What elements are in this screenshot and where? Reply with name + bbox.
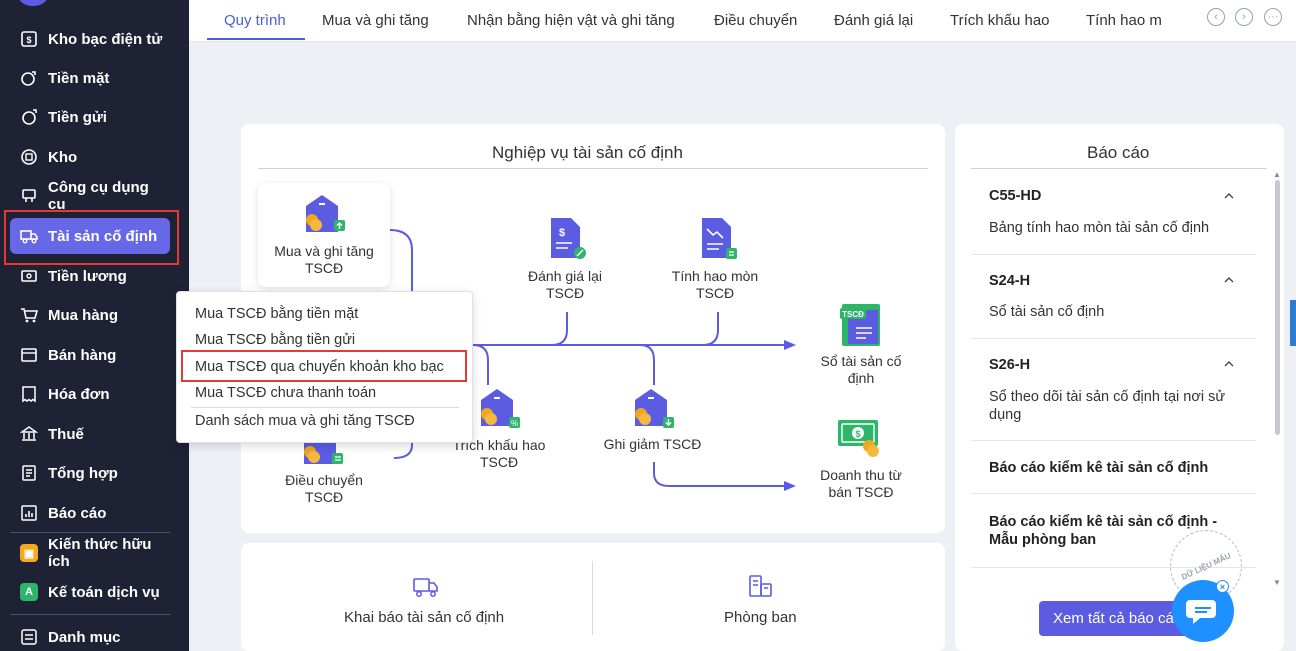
truck-icon[interactable] xyxy=(413,574,439,600)
menu-item-buy-cash[interactable]: Mua TSCĐ bằng tiền mặt xyxy=(195,306,358,322)
ledger-book-icon: TSCĐ xyxy=(840,304,880,346)
node-decrease[interactable]: Ghi giảm TSCĐ xyxy=(590,436,715,453)
menu-item-buy-deposit[interactable]: Mua TSCĐ bằng tiền gửi xyxy=(195,332,355,348)
report-desc[interactable]: Sổ tài sản cố định xyxy=(989,303,1249,321)
node-label: Điều chuyển xyxy=(285,472,363,488)
bottom-panel xyxy=(241,543,945,651)
menu-item-buy-unpaid[interactable]: Mua TSCĐ chưa thanh toán xyxy=(195,385,376,401)
node-label: Ghi giảm TSCĐ xyxy=(603,436,702,452)
reports-title: Báo cáo xyxy=(1087,143,1150,162)
report-code: C55-HD xyxy=(989,188,1042,204)
menu-item-buy-list[interactable]: Danh sách mua và ghi tăng TSCĐ xyxy=(195,413,415,429)
node-revalue[interactable]: Đánh giá lại TSCĐ xyxy=(510,268,620,302)
node-label: Đánh giá lại xyxy=(528,268,602,284)
buy-options-menu: Mua TSCĐ bằng tiền mặt Mua TSCĐ bằng tiề… xyxy=(176,291,473,443)
node-label: bán TSCĐ xyxy=(828,484,894,500)
chevron-up-icon[interactable] xyxy=(1223,274,1235,286)
close-chat-icon[interactable]: × xyxy=(1216,580,1229,593)
declare-asset-link[interactable]: Khai báo tài sản cố định xyxy=(344,609,504,626)
report-inventory-link[interactable]: Báo cáo kiểm kê tài sản cố định xyxy=(989,459,1249,477)
reports-scrollbar[interactable] xyxy=(1275,180,1280,435)
building-coin-icon xyxy=(306,195,345,232)
node-label: TSCĐ xyxy=(304,489,344,505)
node-label: TSCĐ xyxy=(695,285,735,301)
ledger-badge-text: TSCĐ xyxy=(842,310,864,319)
report-item-c55[interactable] xyxy=(971,169,1256,255)
money-coin-icon: $ xyxy=(838,420,879,457)
view-all-reports-button[interactable]: Xem tất cả báo cáo xyxy=(1039,601,1189,636)
building-percent-icon: % xyxy=(481,389,520,428)
node-label: Tính hao mòn xyxy=(671,268,759,284)
node-label: TSCĐ xyxy=(304,260,344,276)
report-desc[interactable]: Sổ theo dõi tài sản cố định tại nơi sử d… xyxy=(989,388,1239,424)
node-transfer[interactable]: Điều chuyển TSCĐ xyxy=(268,472,380,506)
node-label: Mua và ghi tăng xyxy=(274,243,374,259)
document-dollar-icon: $ xyxy=(551,218,586,259)
watermark-text: DỮ LIỆU MẪU xyxy=(1179,550,1233,582)
svg-text:$: $ xyxy=(559,227,565,239)
node-revenue[interactable]: Doanh thu từ bán TSCĐ xyxy=(806,467,916,501)
chat-bubble-icon xyxy=(1186,600,1216,624)
node-label: Sổ tài sản cố xyxy=(820,353,902,369)
scroll-down-icon[interactable]: ▼ xyxy=(1273,578,1281,587)
report-code: S26-H xyxy=(989,357,1031,373)
svg-text:%: % xyxy=(511,419,518,428)
view-all-label: Xem tất cả báo cáo xyxy=(1053,610,1183,627)
node-label: Doanh thu từ xyxy=(820,467,902,483)
report-code: S24-H xyxy=(989,273,1031,289)
menu-separator xyxy=(191,407,459,408)
department-link[interactable]: Phòng ban xyxy=(724,609,797,626)
chevron-up-icon[interactable] xyxy=(1223,358,1235,370)
node-label: định xyxy=(847,370,875,386)
report-item-s24[interactable] xyxy=(971,255,1256,339)
svg-text:$: $ xyxy=(855,429,860,439)
node-label: TSCĐ xyxy=(545,285,585,301)
node-depreciation-calc[interactable]: Tính hao mòn TSCĐ xyxy=(660,268,770,302)
report-desc[interactable]: Bảng tính hao mòn tài sản cố định xyxy=(989,219,1249,237)
node-ledger[interactable]: Sổ tài sản cố định xyxy=(806,353,916,387)
building-down-icon xyxy=(635,389,674,428)
chevron-up-icon[interactable] xyxy=(1223,190,1235,202)
side-tab-handle[interactable] xyxy=(1290,300,1296,346)
scroll-up-icon[interactable]: ▲ xyxy=(1273,170,1281,179)
highlight-frame-menu xyxy=(181,350,467,382)
bottom-divider xyxy=(592,561,593,635)
node-label: TSCĐ xyxy=(479,454,519,470)
department-icon[interactable] xyxy=(748,574,774,600)
document-chart-icon xyxy=(702,218,737,259)
node-buy[interactable]: Mua và ghi tăng TSCĐ xyxy=(258,243,390,277)
